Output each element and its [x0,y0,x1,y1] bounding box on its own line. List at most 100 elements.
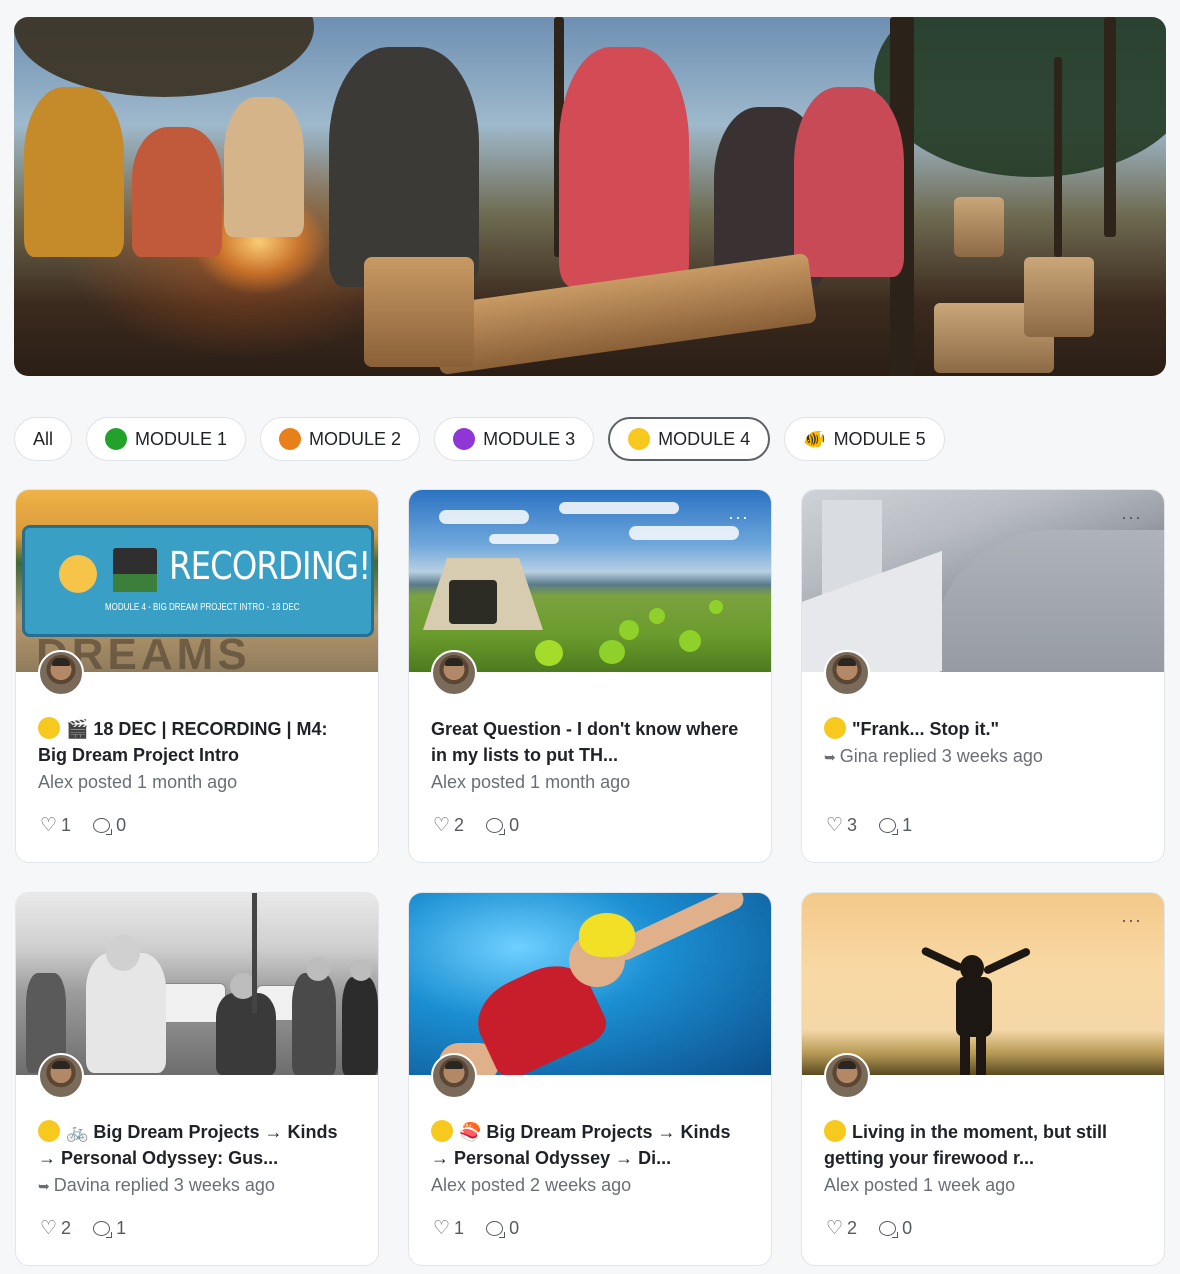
post-title[interactable]: 🍣 Big Dream Projects → Kinds → Personal … [431,1119,753,1171]
module-filter-bar: All MODULE 1 MODULE 2 MODULE 3 MODULE 4 … [14,417,945,461]
avatar[interactable] [431,1053,477,1099]
heart-icon: ♡ [40,815,58,836]
like-count: 2 [61,1218,72,1238]
like-count: 1 [61,815,72,835]
comment-count: 1 [902,815,913,835]
filter-chip-module-5[interactable]: 🐠 MODULE 5 [784,417,945,461]
like-count: 2 [847,1218,858,1238]
comment-button[interactable]: 0 [879,1218,912,1239]
comment-icon [93,818,113,835]
avatar[interactable] [38,650,84,696]
filter-chip-module-3[interactable]: MODULE 3 [434,417,595,461]
post-title[interactable]: 🎬 18 DEC | RECORDING | M4: Big Dream Pro… [38,716,360,768]
comment-count: 0 [116,815,127,835]
post-card[interactable]: ··· Living in the moment, but still gett… [801,892,1165,1266]
heart-icon: ♡ [433,1218,451,1239]
avatar[interactable] [824,1053,870,1099]
filter-chip-label: MODULE 2 [309,428,402,449]
post-card[interactable]: 🍣 Big Dream Projects → Kinds → Personal … [408,892,772,1266]
post-meta: ➥ Gina replied 3 weeks ago [824,746,1043,766]
thumbnail-subheading: MODULE 4 - BIG DREAM PROJECT INTRO - 18 … [105,602,300,613]
post-stats: ♡ 2 1 [40,1217,126,1240]
like-count: 3 [847,815,858,835]
avatar[interactable] [38,1053,84,1099]
heart-icon: ♡ [826,815,844,836]
post-stats: ♡ 3 1 [826,814,912,837]
filter-chip-all[interactable]: All [14,417,73,461]
like-count: 2 [454,815,465,835]
more-options-icon[interactable]: ··· [1121,508,1142,526]
yellow-circle-icon [824,1120,846,1142]
filter-chip-label: MODULE 4 [658,428,751,449]
more-options-icon[interactable]: ··· [1121,911,1142,929]
post-title[interactable]: 🚲 Big Dream Projects → Kinds → Personal … [38,1119,360,1171]
post-stats: ♡ 2 0 [826,1217,912,1240]
comment-count: 0 [509,815,520,835]
yellow-circle-icon [38,717,60,739]
hero-banner-image [14,17,1166,376]
reply-arrow-icon: ➥ [38,1178,50,1194]
filter-chip-module-2[interactable]: MODULE 2 [260,417,421,461]
comment-icon [93,1221,113,1238]
green-circle-icon [105,428,128,450]
like-button[interactable]: ♡ 2 [433,814,464,837]
post-meta: Alex posted 1 week ago [824,1175,1016,1195]
comment-button[interactable]: 0 [486,815,519,836]
like-button[interactable]: ♡ 2 [40,1217,71,1240]
filter-chip-label: All [33,428,54,449]
yellow-circle-icon [628,428,651,450]
post-thumbnail: DREAMS RECORDING! MODULE 4 - BIG DREAM P… [16,490,378,672]
thumbnail-heading: RECORDING! [169,544,371,588]
filter-chip-module-1[interactable]: MODULE 1 [86,417,247,461]
yellow-circle-icon [38,1120,60,1142]
comment-button[interactable]: 1 [93,1218,126,1239]
yellow-circle-icon [431,1120,453,1142]
filter-chip-label: MODULE 1 [135,428,228,449]
post-stats: ♡ 2 0 [433,814,519,837]
post-thumbnail [409,490,771,672]
comment-button[interactable]: 0 [486,1218,519,1239]
comment-icon [486,818,506,835]
post-thumbnail [409,893,771,1075]
heart-icon: ♡ [40,1218,58,1239]
post-card[interactable]: 🚲 Big Dream Projects → Kinds → Personal … [15,892,379,1266]
post-thumbnail [16,893,378,1075]
avatar[interactable] [431,650,477,696]
like-count: 1 [454,1218,465,1238]
comment-button[interactable]: 1 [879,815,912,836]
post-card[interactable]: DREAMS RECORDING! MODULE 4 - BIG DREAM P… [15,489,379,863]
avatar[interactable] [824,650,870,696]
heart-icon: ♡ [826,1218,844,1239]
like-button[interactable]: ♡ 3 [826,814,857,837]
comment-count: 1 [116,1218,127,1238]
like-button[interactable]: ♡ 2 [826,1217,857,1240]
heart-icon: ♡ [433,815,451,836]
post-title[interactable]: "Frank... Stop it." [824,716,1146,742]
more-options-icon[interactable]: ··· [728,508,749,526]
comment-count: 0 [509,1218,520,1238]
post-title[interactable]: Great Question - I don't know where in m… [431,716,753,768]
filter-chip-label: MODULE 5 [833,428,926,449]
post-stats: ♡ 1 0 [433,1217,519,1240]
post-meta: Alex posted 1 month ago [431,772,631,792]
filter-chip-label: MODULE 3 [483,428,576,449]
post-card-grid: DREAMS RECORDING! MODULE 4 - BIG DREAM P… [15,489,1166,1266]
like-button[interactable]: ♡ 1 [40,814,71,837]
comment-count: 0 [902,1218,913,1238]
yellow-circle-icon [59,555,97,593]
like-button[interactable]: ♡ 1 [433,1217,464,1240]
post-meta: Alex posted 1 month ago [38,772,238,792]
comment-icon [879,1221,899,1238]
clapper-board-icon [113,548,157,592]
comment-icon [879,818,899,835]
filter-chip-module-4[interactable]: MODULE 4 [608,417,771,461]
post-thumbnail [802,490,1164,672]
post-card[interactable]: ··· Great Question - I don't know where … [408,489,772,863]
post-card[interactable]: ··· "Frank... Stop it." ➥ Gina replied 3 … [801,489,1165,863]
post-stats: ♡ 1 0 [40,814,126,837]
tropical-fish-icon: 🐠 [803,429,826,449]
post-meta: Alex posted 2 weeks ago [431,1175,632,1195]
orange-circle-icon [279,428,302,450]
comment-button[interactable]: 0 [93,815,126,836]
post-title[interactable]: Living in the moment, but still getting … [824,1119,1146,1171]
